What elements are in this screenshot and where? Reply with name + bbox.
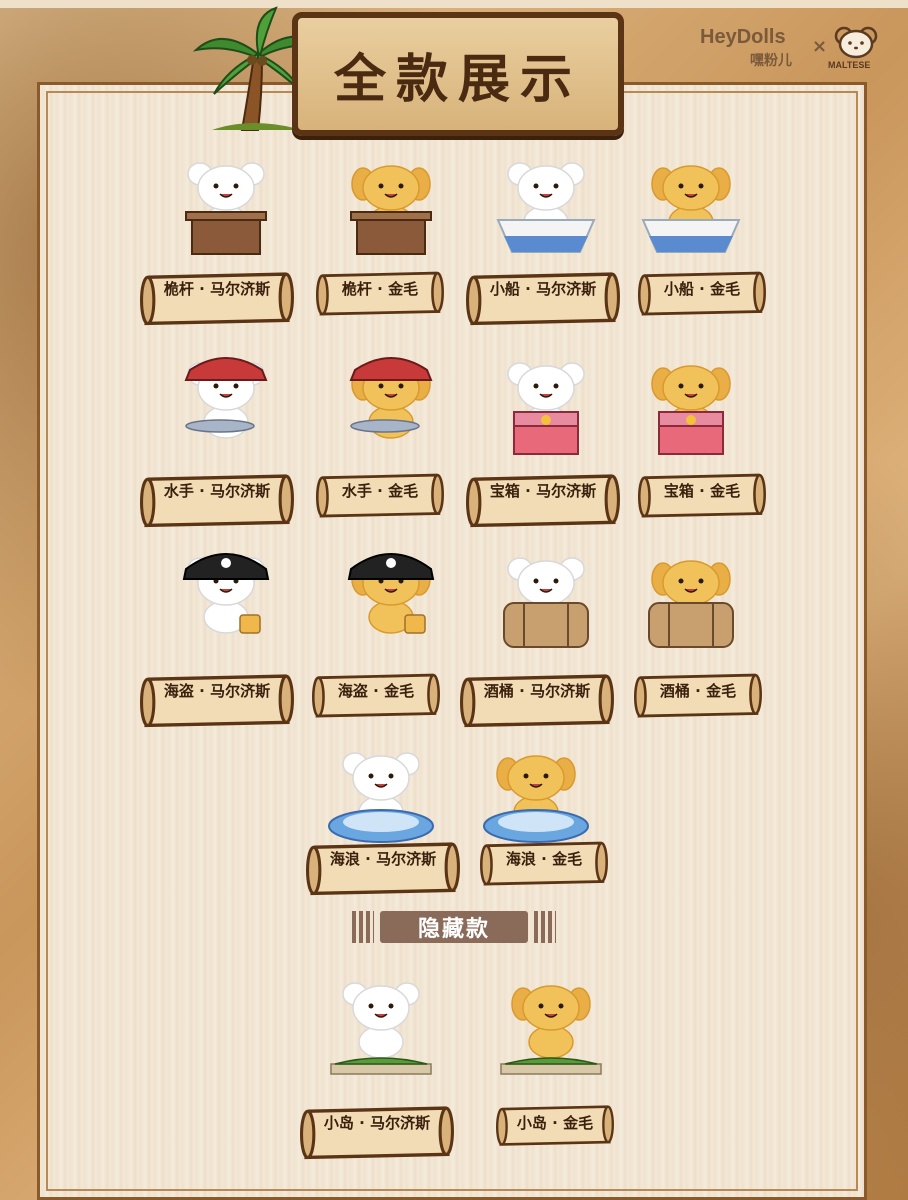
figure-wave-white — [328, 752, 434, 843]
item-banner: 小岛 · 马尔济斯 — [300, 1102, 454, 1160]
page-title: 全款展示 — [333, 49, 582, 110]
figure-mast-white — [185, 162, 267, 255]
item-label: 酒桶 · 金毛 — [659, 681, 737, 700]
hidden-label: 隐藏款 — [417, 917, 490, 942]
item-label: 小岛 · 金毛 — [516, 1113, 594, 1132]
item-label: 海盗 · 金毛 — [337, 681, 415, 700]
item-banner: 海盗 · 马尔济斯 — [140, 670, 294, 728]
maltese-logo: MALTESE — [828, 60, 871, 70]
item-label: 桅杆 · 马尔济斯 — [163, 279, 271, 298]
figure-island-golden — [500, 985, 602, 1075]
figure-sailor-golden — [349, 357, 433, 439]
figure-island-white — [330, 982, 432, 1075]
item-banner: 水手 · 马尔济斯 — [140, 470, 294, 528]
figure-sailor-white — [184, 357, 268, 439]
figure-barrel-white — [503, 557, 589, 648]
item-banner: 宝箱 · 金毛 — [638, 470, 766, 518]
title-board: 全款展示 — [292, 12, 624, 136]
item-label: 海浪 · 马尔济斯 — [329, 849, 437, 868]
hidden-edition-tag: 隐藏款 — [352, 908, 556, 946]
item-label: 宝箱 · 金毛 — [663, 481, 741, 500]
item-label: 宝箱 · 马尔济斯 — [489, 481, 597, 500]
item-label: 海浪 · 金毛 — [505, 849, 583, 868]
figure-boat-white — [496, 162, 596, 253]
item-banner: 桅杆 · 金毛 — [316, 268, 444, 316]
item-banner: 水手 · 金毛 — [316, 470, 444, 518]
item-label: 水手 · 金毛 — [341, 481, 419, 500]
item-label: 小船 · 马尔济斯 — [489, 279, 597, 298]
collab-x: × — [812, 36, 828, 57]
page: 全款展示 HeyDolls 嘿粉儿 × MALTESE 桅杆 · 马尔济斯 桅杆… — [0, 0, 908, 1200]
item-banner: 酒桶 · 金毛 — [634, 670, 762, 718]
figure-boat-golden — [641, 165, 741, 253]
item-banner: 桅杆 · 马尔济斯 — [140, 268, 294, 326]
heydolls-logo: HeyDolls — [700, 26, 786, 48]
item-banner: 海浪 · 马尔济斯 — [306, 838, 460, 896]
brand-logos: HeyDolls 嘿粉儿 × MALTESE — [700, 22, 900, 74]
item-label: 水手 · 马尔济斯 — [163, 481, 271, 500]
figure-chest-golden — [651, 365, 731, 455]
figure-pirate-golden — [347, 553, 435, 634]
item-banner: 海盗 · 金毛 — [312, 670, 440, 718]
figure-barrel-golden — [648, 560, 734, 648]
item-label: 小岛 · 马尔济斯 — [323, 1113, 431, 1132]
top-strip — [0, 0, 908, 8]
item-banner: 小岛 · 金毛 — [496, 1102, 614, 1146]
item-banner: 宝箱 · 马尔济斯 — [466, 470, 620, 528]
item-banner: 小船 · 金毛 — [638, 268, 766, 316]
item-label: 小船 · 金毛 — [663, 279, 741, 298]
item-label: 酒桶 · 马尔济斯 — [483, 681, 591, 700]
item-banner: 酒桶 · 马尔济斯 — [460, 670, 614, 728]
figure-wave-golden — [483, 755, 589, 843]
item-label: 海盗 · 马尔济斯 — [163, 681, 271, 700]
figure-mast-golden — [350, 165, 432, 255]
figure-chest-white — [507, 362, 585, 455]
item-banner: 小船 · 马尔济斯 — [466, 268, 620, 326]
figure-pirate-white — [182, 553, 270, 634]
item-label: 桅杆 · 金毛 — [341, 279, 419, 298]
heydolls-cn-logo: 嘿粉儿 — [750, 53, 792, 69]
item-banner: 海浪 · 金毛 — [480, 838, 608, 886]
